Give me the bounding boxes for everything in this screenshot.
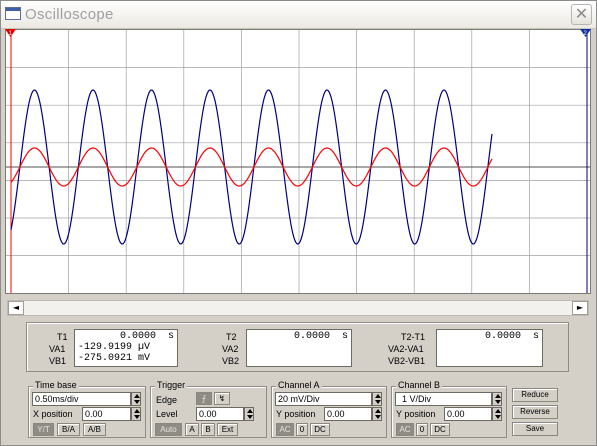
va2-label: VA2 (222, 344, 239, 354)
reduce-button[interactable]: Reduce (512, 388, 558, 402)
channel-b-ypos-field[interactable]: 0.00 (444, 407, 492, 421)
trigger-auto-button[interactable]: Auto (155, 423, 182, 436)
title-bar[interactable]: Oscilloscope ✕ (1, 1, 596, 29)
horizontal-scrollbar[interactable]: ◄ ► (7, 300, 589, 316)
close-button[interactable]: ✕ (571, 4, 592, 25)
channel-a-zero-button[interactable]: 0 (296, 423, 308, 436)
window-icon (5, 7, 21, 20)
channel-b-dc-button[interactable]: DC (430, 423, 450, 436)
channel-b-scale-spinner[interactable] (492, 392, 502, 406)
channel-a-dc-button[interactable]: DC (310, 423, 330, 436)
reverse-button[interactable]: Reverse (512, 405, 558, 419)
cursor-1-marker[interactable]: 1 (5, 29, 16, 37)
edge-label: Edge (156, 395, 178, 405)
channel-a-ypos-label: Y position (276, 409, 316, 419)
timebase-spinner[interactable] (131, 392, 141, 406)
trigger-a-button[interactable]: A (185, 423, 199, 436)
channel-a-scale-field[interactable]: 20 mV/Div (275, 392, 372, 406)
va1-value: -129.9199 µV (78, 342, 151, 353)
timebase-group: Time base 0.50ms/div X position 0.00 Y/T… (28, 380, 146, 438)
measurement-panel: T1 VA1 VB1 0.0000 s -129.9199 µV -275.0921… (26, 322, 569, 372)
channel-b-ypos-spinner[interactable] (492, 407, 502, 421)
channel-b-ac-button[interactable]: AC (396, 423, 414, 436)
rising-edge-icon[interactable]: ⨍ (196, 392, 212, 405)
scroll-right-button[interactable]: ► (572, 301, 588, 315)
channel-a-ypos-spinner[interactable] (372, 407, 382, 421)
dt-value: 0.0000 s (484, 331, 539, 342)
falling-edge-icon[interactable]: ↯ (214, 392, 230, 405)
scroll-left-button[interactable]: ◄ (8, 301, 24, 315)
t1-readout: 0.0000 s -129.9199 µV -275.0921 mV (74, 329, 178, 367)
dvb-label: VB2-VB1 (388, 356, 426, 366)
window-title: Oscilloscope (25, 6, 114, 23)
channel-b-ypos-label: Y position (396, 409, 436, 419)
trigger-ext-button[interactable]: Ext (217, 423, 238, 436)
channel-a-ac-button[interactable]: AC (276, 423, 294, 436)
timebase-field[interactable]: 0.50ms/div (32, 392, 131, 406)
t2-label: T2 (226, 332, 237, 342)
va1-label: VA1 (49, 344, 66, 354)
x-position-spinner[interactable] (131, 407, 141, 421)
t1-label: T1 (57, 332, 68, 342)
t2-value: 0.0000 s (293, 331, 348, 342)
trigger-group: Trigger Edge ⨍ ↯ Level 0.00 Auto A B Ext (150, 380, 267, 438)
grid-lines (6, 30, 590, 293)
vb1-value: -275.0921 mV (78, 353, 151, 364)
level-field[interactable]: 0.00 (196, 407, 244, 421)
mode-ab-button[interactable]: A/B (83, 423, 106, 436)
timebase-title: Time base (33, 380, 79, 390)
level-label: Level (156, 409, 178, 419)
waveform-plot (6, 30, 590, 293)
channel-a-group: Channel A 20 mV/Div Y position 0.00 AC 0… (271, 380, 387, 438)
save-button[interactable]: Save (512, 422, 558, 436)
x-position-field[interactable]: 0.00 (82, 407, 131, 421)
channel-b-zero-button[interactable]: 0 (416, 423, 428, 436)
t1-value: 0.0000 s (119, 331, 174, 342)
channel-a-title: Channel A (276, 380, 322, 390)
trigger-title: Trigger (155, 380, 188, 390)
channel-a-scale-spinner[interactable] (372, 392, 382, 406)
dt-readout: 0.0000 s (436, 329, 543, 367)
channel-b-group: Channel B 1 V/Div Y position 0.00 AC 0 D… (391, 380, 507, 438)
channel-b-title: Channel B (396, 380, 443, 390)
mode-yt-button[interactable]: Y/T (33, 423, 54, 436)
oscilloscope-display (5, 29, 591, 294)
channel-a-ypos-field[interactable]: 0.00 (324, 407, 372, 421)
level-spinner[interactable] (244, 407, 254, 421)
trigger-b-button[interactable]: B (201, 423, 215, 436)
dva-label: VA2-VA1 (388, 344, 424, 354)
channel-b-scale-field[interactable]: 1 V/Div (395, 392, 492, 406)
cursor-2-marker[interactable]: 2 (580, 29, 591, 37)
vb1-label: VB1 (49, 356, 67, 366)
mode-ba-button[interactable]: B/A (57, 423, 80, 436)
x-position-label: X position (33, 409, 73, 419)
t2-readout: 0.0000 s (246, 329, 352, 367)
vb2-label: VB2 (222, 356, 240, 366)
dt-label: T2-T1 (401, 332, 426, 342)
